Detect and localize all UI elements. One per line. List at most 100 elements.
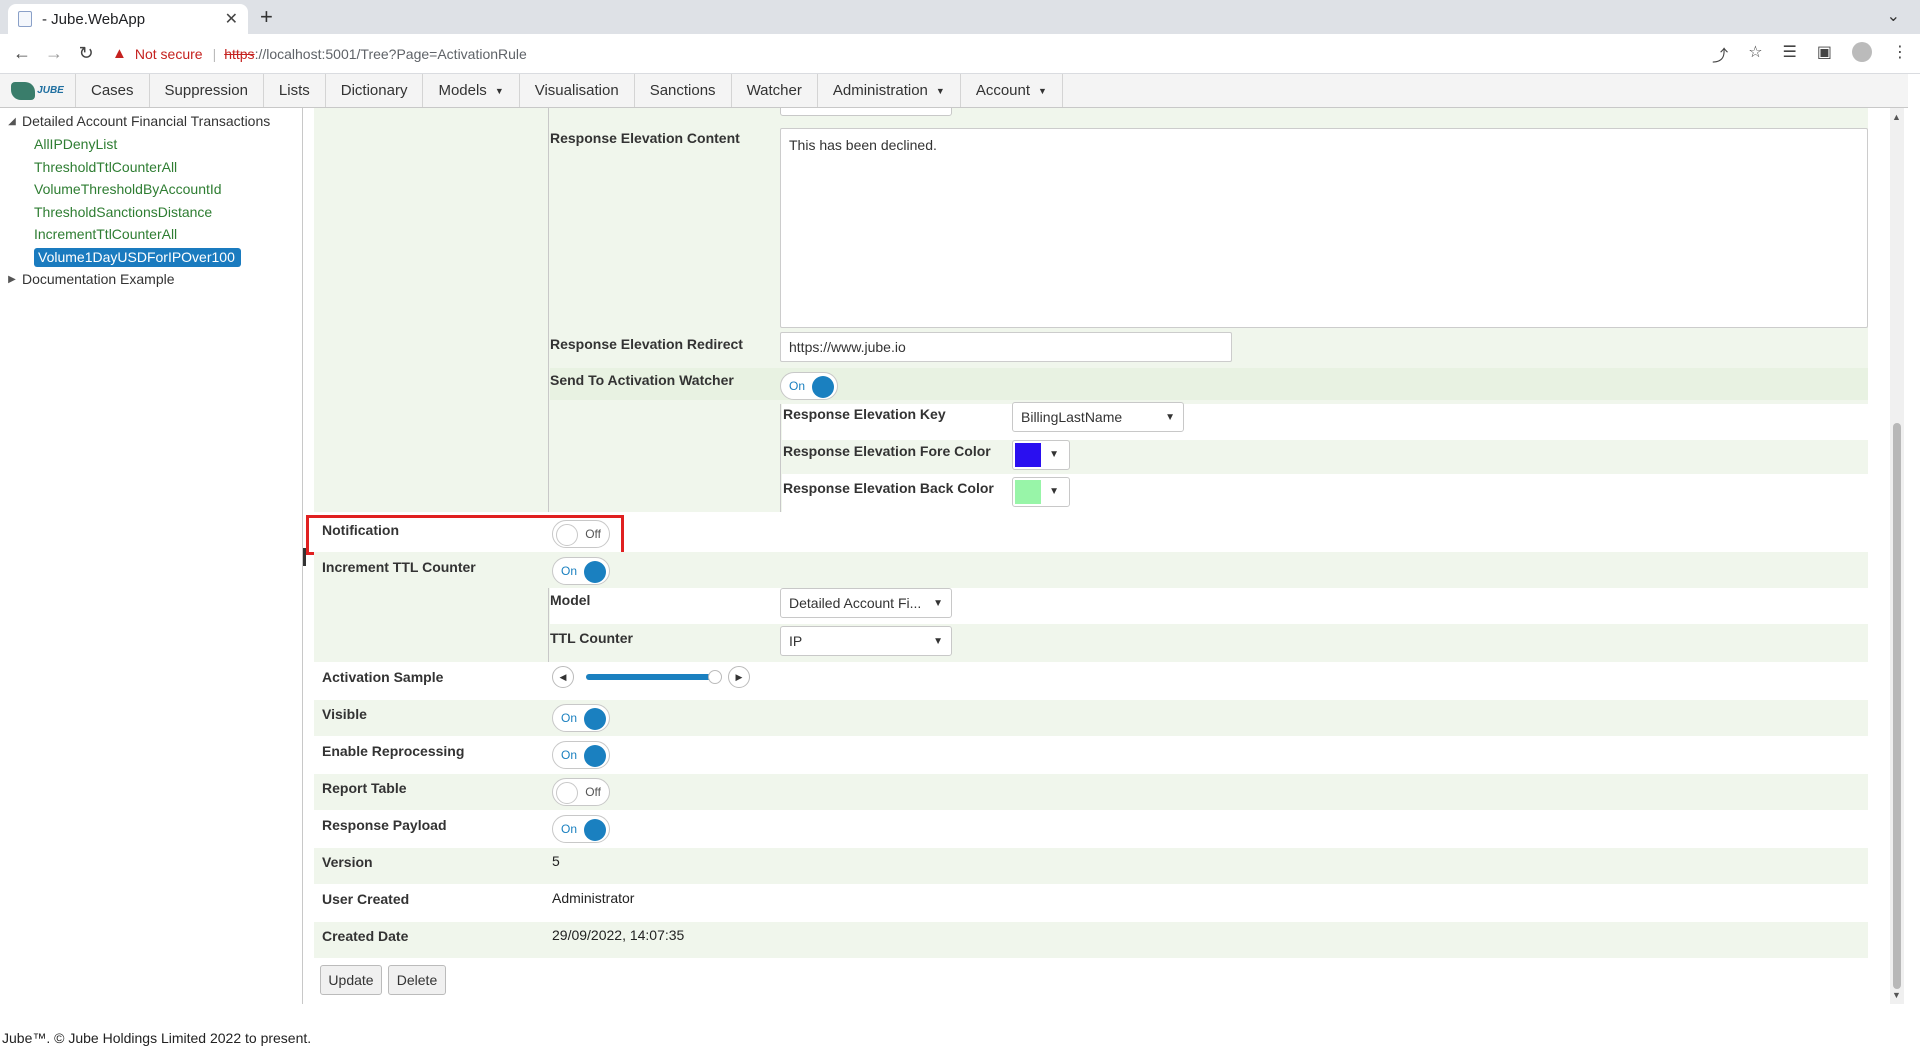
tree-collapsed-triangle-icon[interactable]: ▶ <box>2 274 22 285</box>
response-payload-label: Response Payload <box>322 817 447 833</box>
ttl-counter-label: TTL Counter <box>550 630 633 646</box>
new-tab-icon[interactable]: + <box>260 4 273 30</box>
report-table-label: Report Table <box>322 780 407 796</box>
send-to-activation-watcher-label: Send To Activation Watcher <box>550 372 734 388</box>
model-label: Model <box>550 592 591 608</box>
tree-leaf-selected-label[interactable]: Volume1DayUSDForIPOver100 <box>34 247 241 267</box>
vertical-scrollbar[interactable]: ▲ ▼ <box>1890 108 1904 1004</box>
fore-color-picker[interactable]: ▼ <box>1012 440 1070 470</box>
tree-expanded-triangle-icon[interactable]: ◢ <box>2 116 22 127</box>
share-icon[interactable]: ⤴ <box>1712 42 1728 66</box>
tree-leaf-label[interactable]: ThresholdSanctionsDistance <box>34 204 212 220</box>
menu-watcher[interactable]: Watcher <box>732 74 818 107</box>
tree-leaf[interactable]: ThresholdSanctionsDistance <box>34 201 212 223</box>
ttl-counter-select[interactable]: IP ▼ <box>780 626 952 656</box>
slider-thumb[interactable] <box>708 670 723 684</box>
url-omnibox[interactable]: ▲ Not secure | https ://localhost:5001/T… <box>112 39 527 69</box>
toggle-state-label: On <box>561 822 578 836</box>
response-elevation-content-label: Response Elevation Content <box>550 130 740 146</box>
menu-administration[interactable]: Administration ▼ <box>818 74 961 107</box>
dropdown-arrow-icon: ▼ <box>1049 449 1059 460</box>
profile-avatar-icon[interactable] <box>1852 42 1872 62</box>
caret-down-icon: ▼ <box>935 85 945 96</box>
response-elevation-key-label: Response Elevation Key <box>783 406 946 422</box>
address-bar: ← → ↻ ▲ Not secure | https ://localhost:… <box>0 34 1920 74</box>
response-elevation-redirect-input[interactable]: https://www.jube.io <box>780 332 1232 362</box>
enable-reprocessing-toggle[interactable]: On <box>552 741 610 769</box>
scrollbar-thumb[interactable] <box>1893 423 1901 989</box>
menu-visualisation-label: Visualisation <box>534 82 619 99</box>
menu-dictionary-label: Dictionary <box>340 82 408 99</box>
created-date-value: 29/09/2022, 14:07:35 <box>552 927 685 943</box>
reading-list-icon[interactable]: ☰ <box>1783 42 1797 66</box>
created-date-label: Created Date <box>322 928 409 944</box>
scroll-down-icon[interactable]: ▼ <box>1892 990 1901 1000</box>
response-elevation-key-select[interactable]: BillingLastName ▼ <box>1012 402 1184 432</box>
bookmark-star-icon[interactable]: ☆ <box>1748 42 1762 66</box>
tree-leaf-label[interactable]: AllIPDenyList <box>34 136 117 152</box>
back-arrow-icon[interactable]: ← <box>6 43 38 64</box>
tree-leaf[interactable]: VolumeThresholdByAccountId <box>34 178 222 200</box>
dropdown-arrow-icon: ▼ <box>1165 411 1175 423</box>
ttl-group-divider <box>548 588 549 662</box>
menu-sanctions[interactable]: Sanctions <box>635 74 732 107</box>
visible-toggle[interactable]: On <box>552 704 610 732</box>
toggle-knob <box>584 819 606 841</box>
menu-visualisation[interactable]: Visualisation <box>520 74 635 107</box>
model-select[interactable]: Detailed Account Fi... ▼ <box>780 588 952 618</box>
page-favicon-icon <box>18 11 32 27</box>
tree-leaf[interactable]: AllIPDenyList <box>34 133 117 155</box>
caret-down-icon: ▼ <box>1038 85 1047 96</box>
response-payload-toggle[interactable]: On <box>552 815 610 843</box>
back-color-picker[interactable]: ▼ <box>1012 477 1070 507</box>
slider-decrement-button[interactable]: ◀ <box>552 666 574 688</box>
menu-dictionary[interactable]: Dictionary <box>326 74 424 107</box>
response-elevation-content-textarea[interactable]: This has been declined. <box>780 128 1868 328</box>
menu-models[interactable]: Models ▼ <box>423 74 520 107</box>
tab-search-chevron-icon[interactable]: ⌄ <box>1887 6 1900 26</box>
side-panel-icon[interactable]: ▣ <box>1817 42 1832 66</box>
tree-collapsed-label: Documentation Example <box>22 271 175 287</box>
browser-tab[interactable]: - Jube.WebApp ✕ <box>8 4 248 34</box>
tree-leaf[interactable]: IncrementTtlCounterAll <box>34 223 177 245</box>
report-table-toggle[interactable]: Off <box>552 778 610 806</box>
dropdown-arrow-icon: ▼ <box>1049 486 1059 497</box>
ttl-counter-value: IP <box>789 633 803 649</box>
jube-logo-text: JUBE <box>37 85 64 96</box>
slider-increment-button[interactable]: ▶ <box>728 666 750 688</box>
url-scheme: https <box>224 45 255 62</box>
close-tab-icon[interactable]: ✕ <box>225 9 238 29</box>
tree-leaf-label[interactable]: ThresholdTtlCounterAll <box>34 159 177 175</box>
cutoff-select[interactable]: ▼ <box>780 108 952 116</box>
increment-ttl-counter-toggle[interactable]: On <box>552 557 610 585</box>
not-secure-label: Not secure <box>134 45 203 62</box>
reload-icon[interactable]: ↻ <box>70 43 102 64</box>
jube-logo[interactable]: JUBE <box>0 74 76 107</box>
send-to-activation-watcher-toggle[interactable]: On <box>780 372 838 400</box>
toggle-state-label: On <box>561 564 578 578</box>
menu-suppression[interactable]: Suppression <box>150 74 264 107</box>
group-divider <box>548 108 549 512</box>
scroll-up-icon[interactable]: ▲ <box>1892 112 1901 122</box>
tree-node-parent[interactable]: ◢ Detailed Account Financial Transaction… <box>2 110 270 132</box>
update-button[interactable]: Update <box>320 965 382 995</box>
tree-leaf-label[interactable]: IncrementTtlCounterAll <box>34 226 177 242</box>
menu-suppression-label: Suppression <box>164 82 248 99</box>
response-elevation-back-color-label: Response Elevation Back Color <box>783 480 994 496</box>
slider-fill <box>586 674 716 680</box>
tree-leaf-selected[interactable]: Volume1DayUSDForIPOver100 <box>34 246 241 268</box>
menu-lists[interactable]: Lists <box>264 74 326 107</box>
menu-cases[interactable]: Cases <box>76 74 150 107</box>
visible-row <box>314 700 1868 736</box>
version-value: 5 <box>552 853 560 869</box>
menu-account[interactable]: Account ▼ <box>961 74 1063 107</box>
activation-sample-slider[interactable] <box>586 670 723 684</box>
forward-arrow-icon[interactable]: → <box>38 43 70 64</box>
app-menu-bar: JUBE Cases Suppression Lists Dictionary … <box>0 74 1908 108</box>
tree-node-collapsed[interactable]: ▶ Documentation Example <box>2 268 175 290</box>
tree-leaf[interactable]: ThresholdTtlCounterAll <box>34 156 177 178</box>
browser-menu-icon[interactable]: ⋮ <box>1892 42 1908 66</box>
delete-button[interactable]: Delete <box>388 965 446 995</box>
tree-leaf-label[interactable]: VolumeThresholdByAccountId <box>34 181 222 197</box>
enable-reprocessing-label: Enable Reprocessing <box>322 743 465 759</box>
